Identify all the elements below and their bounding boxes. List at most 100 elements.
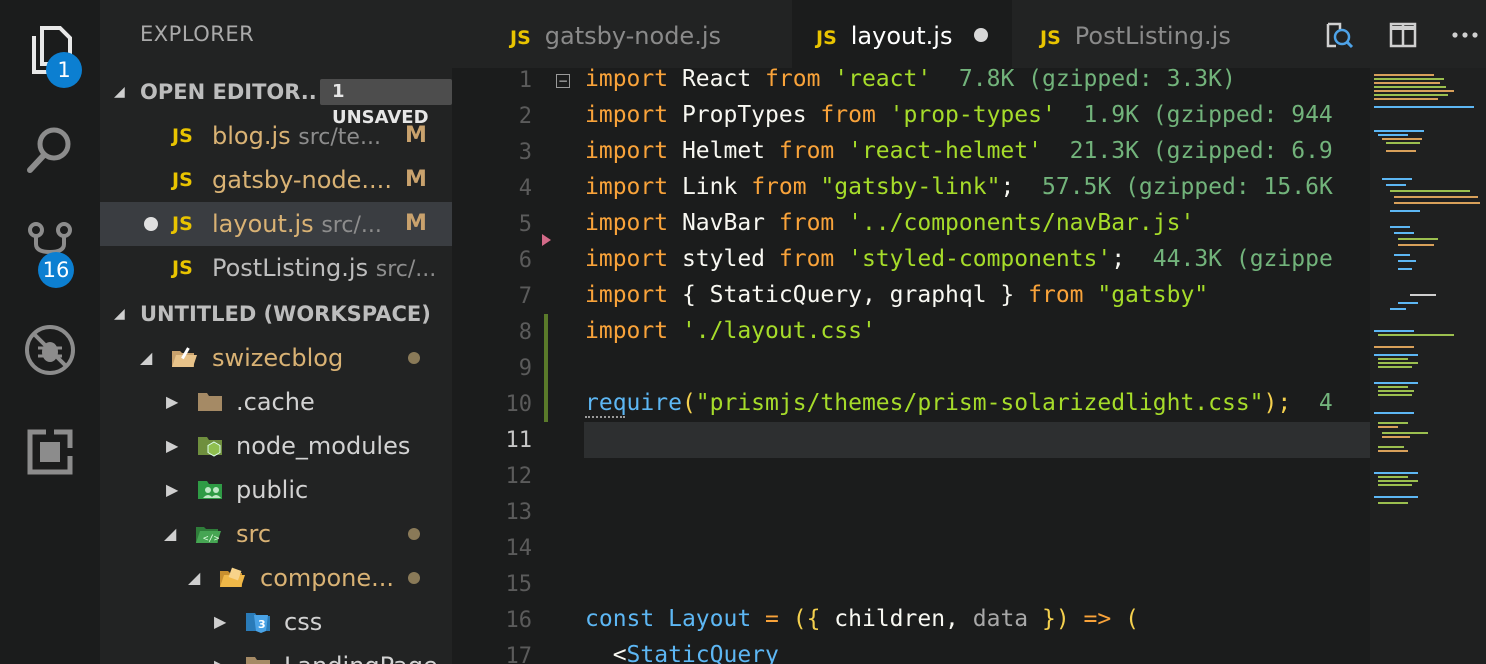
minimap-line xyxy=(1378,334,1454,336)
extensions-icon[interactable] xyxy=(22,424,78,480)
minimap-line xyxy=(1378,134,1408,136)
folder-item-cache[interactable]: ▶ .cache xyxy=(100,380,452,424)
token-string: './layout.css' xyxy=(668,318,876,344)
minimap-line xyxy=(1378,358,1408,360)
token-punctuation: ; xyxy=(1111,246,1126,272)
unsaved-dot-icon[interactable] xyxy=(144,217,158,231)
line-number: 13 xyxy=(505,500,533,525)
folder-name: LandingPage xyxy=(284,644,438,664)
folder-item-landingpage[interactable]: ▶ LandingPage xyxy=(100,644,452,664)
token-identifier: Helmet xyxy=(668,138,779,164)
minimap-line xyxy=(1378,476,1408,478)
tab-gatsby-node[interactable]: JS gatsby-node.js xyxy=(510,0,810,68)
suggestion-dots xyxy=(585,412,625,418)
file-path: src/... xyxy=(321,213,382,238)
minimap-line xyxy=(1374,74,1434,76)
css-folder-icon: 3 xyxy=(246,613,270,633)
editor-tab-bar: JS gatsby-node.js JS layout.js JS PostListi… xyxy=(452,0,1486,68)
folder-name: css xyxy=(284,608,323,636)
import-cost: 4 xyxy=(1291,390,1333,416)
folder-item-node-modules[interactable]: ▶ node_modules xyxy=(100,424,452,468)
line-number: 3 xyxy=(518,140,532,165)
js-file-icon: JS xyxy=(172,257,193,279)
line-number: 15 xyxy=(505,572,533,597)
token-keyword: from xyxy=(751,174,807,200)
modified-status: M xyxy=(405,211,427,236)
open-editor-item[interactable]: JS PostListing.js src/... xyxy=(100,246,452,290)
token-keyword: import xyxy=(585,68,669,92)
modified-status: M xyxy=(405,123,427,148)
token-identifier: { StaticQuery, graphql } xyxy=(668,282,1029,308)
collapsed-caret-icon: ▶ xyxy=(166,436,179,455)
minimap-line xyxy=(1398,268,1412,270)
token-identifier: children, xyxy=(820,606,973,632)
line-number: 12 xyxy=(505,464,533,489)
unsaved-badge: 1 UNSAVED xyxy=(320,79,452,128)
open-editor-item[interactable]: JS gatsby-node.... M xyxy=(100,158,452,202)
workspace-section-header[interactable]: ◢ UNTITLED (WORKSPACE) xyxy=(100,292,452,336)
line-number: 1 xyxy=(518,68,532,93)
token-keyword: from xyxy=(1028,282,1084,308)
minimap-line xyxy=(1374,382,1418,384)
expanded-caret-icon: ◢ xyxy=(164,524,177,543)
token-keyword: from xyxy=(778,138,835,164)
open-editor-item-active[interactable]: JS layout.js src/... M xyxy=(100,202,452,246)
token-function: Layout xyxy=(654,606,752,632)
token-operator: = xyxy=(751,606,793,632)
code-line-17: <StaticQuery xyxy=(585,642,779,664)
svg-text:3: 3 xyxy=(258,618,266,631)
token-punctuation: ); xyxy=(1263,390,1292,416)
split-editor-icon[interactable] xyxy=(1388,20,1418,50)
js-file-icon: JS xyxy=(1040,27,1061,49)
minimap-line xyxy=(1378,422,1408,424)
line-number-current: 11 xyxy=(505,428,533,453)
git-change-bar xyxy=(544,314,548,422)
js-file-icon: JS xyxy=(172,213,193,235)
code-editor[interactable]: − 1 2 3 4 5 6 7 8 9 10 11 12 13 14 15 16… xyxy=(452,68,1486,664)
token-keyword: from xyxy=(778,246,835,272)
minimap-line xyxy=(1374,496,1418,498)
tab-layout[interactable]: JS layout.js xyxy=(792,0,1012,68)
minimap-line xyxy=(1374,78,1444,80)
minimap-line xyxy=(1386,184,1406,186)
minimap-line xyxy=(1382,432,1428,434)
modified-dot-icon xyxy=(408,352,420,364)
git-deleted-marker-icon[interactable] xyxy=(542,234,551,246)
import-cost: 7.8K (gzipped: 3.3K) xyxy=(931,68,1236,92)
file-name: PostListing.js xyxy=(212,254,369,282)
minimap-line xyxy=(1398,244,1434,246)
token-punctuation: < xyxy=(585,642,627,664)
token-keyword: import xyxy=(585,282,669,308)
minimap-line xyxy=(1378,362,1418,364)
line-number: 17 xyxy=(505,644,533,664)
minimap-line xyxy=(1390,226,1410,228)
expanded-caret-icon: ◢ xyxy=(140,348,153,367)
minimap-line xyxy=(1378,480,1418,482)
token-identifier: PropTypes xyxy=(668,102,821,128)
open-changes-icon[interactable] xyxy=(1324,20,1354,50)
open-editor-item[interactable]: JS blog.js src/te... M xyxy=(100,114,452,158)
folder-item-css[interactable]: ▶ 3 css xyxy=(100,600,452,644)
expanded-caret-icon: ◢ xyxy=(188,568,201,587)
debug-icon[interactable] xyxy=(22,322,78,378)
tab-postlisting[interactable]: JS PostListing.js xyxy=(1040,0,1300,68)
minimap-line xyxy=(1374,82,1440,84)
js-file-icon: JS xyxy=(816,27,837,49)
folder-item-components[interactable]: ◢ compone... xyxy=(100,556,452,600)
fold-icon[interactable]: − xyxy=(556,74,570,88)
line-number: 7 xyxy=(518,284,532,309)
folder-item-public[interactable]: ▶ public xyxy=(100,468,452,512)
minimap-line xyxy=(1374,130,1424,132)
folder-item-swizecblog[interactable]: ◢ swizecblog xyxy=(100,336,452,380)
unsaved-dot-icon[interactable] xyxy=(974,28,989,42)
folder-name: swizecblog xyxy=(212,344,344,372)
folder-item-src[interactable]: ◢ </> src xyxy=(100,512,452,556)
more-actions-icon[interactable] xyxy=(1450,20,1480,50)
folder-name: .cache xyxy=(236,388,315,416)
minimap-line xyxy=(1382,178,1412,180)
open-editors-section-header[interactable]: ◢ OPEN EDITOR.. 1 UNSAVED xyxy=(100,70,452,128)
line-number: 5 xyxy=(518,212,532,237)
search-icon[interactable] xyxy=(22,122,78,178)
token-string: 'react-helmet' xyxy=(834,138,1042,164)
minimap[interactable] xyxy=(1370,68,1486,664)
